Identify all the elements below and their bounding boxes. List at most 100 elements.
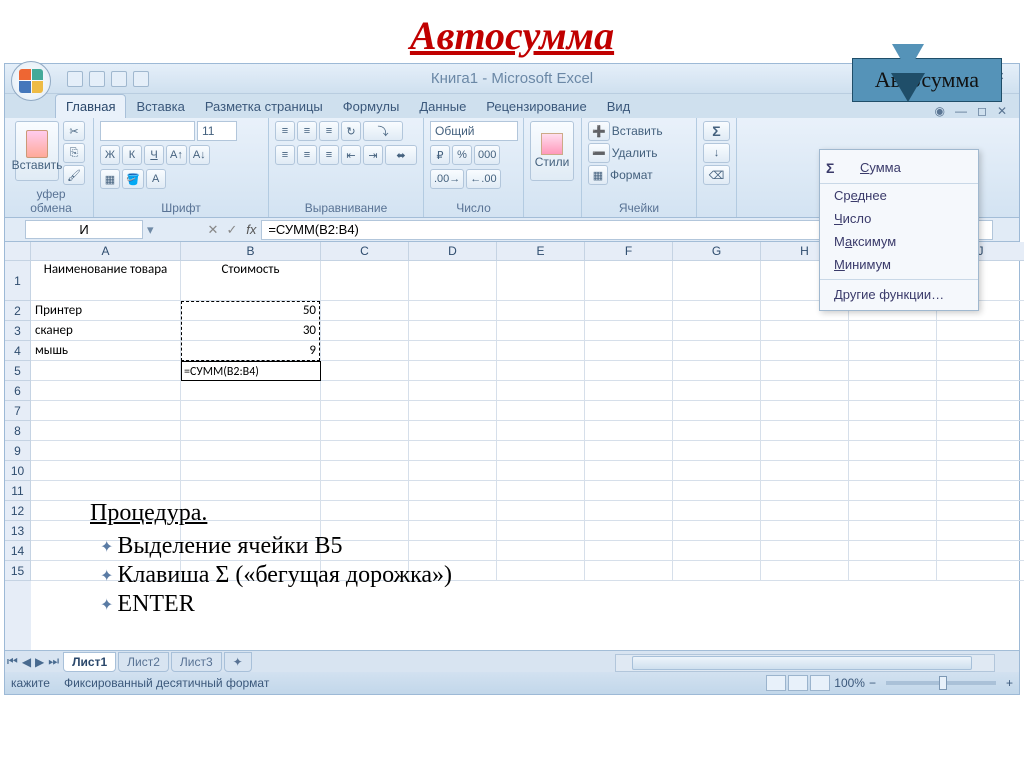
- cell[interactable]: [673, 261, 761, 301]
- cell-insert-icon[interactable]: ➕: [588, 121, 610, 141]
- row-header[interactable]: 1: [5, 261, 31, 301]
- percent-button[interactable]: %: [452, 145, 472, 165]
- doc-minimize-button[interactable]: —: [955, 104, 967, 118]
- tab-formulas[interactable]: Формулы: [333, 95, 410, 118]
- menu-max[interactable]: Максимум: [820, 230, 978, 253]
- increase-decimal-button[interactable]: .00→: [430, 169, 464, 189]
- zoom-slider[interactable]: [886, 681, 996, 685]
- qat-more-icon[interactable]: [133, 71, 149, 87]
- row-header[interactable]: 12: [5, 501, 31, 521]
- office-button[interactable]: [11, 61, 51, 101]
- tab-view[interactable]: Вид: [597, 95, 641, 118]
- align-bottom-button[interactable]: ≡: [319, 121, 339, 141]
- tab-insert[interactable]: Вставка: [126, 95, 194, 118]
- zoom-level[interactable]: 100%: [834, 676, 865, 690]
- row-header[interactable]: 9: [5, 441, 31, 461]
- cell[interactable]: [321, 261, 409, 301]
- cell[interactable]: сканер: [31, 321, 181, 341]
- tab-review[interactable]: Рецензирование: [476, 95, 596, 118]
- row-header[interactable]: 8: [5, 421, 31, 441]
- cell[interactable]: 30: [181, 321, 321, 341]
- underline-button[interactable]: Ч: [144, 145, 164, 165]
- tab-nav-last[interactable]: ⏭: [46, 654, 61, 669]
- delete-cells-button[interactable]: Удалить: [612, 146, 658, 160]
- doc-close-button[interactable]: ✕: [997, 104, 1007, 118]
- col-header[interactable]: E: [497, 242, 585, 261]
- help-icon[interactable]: ◉: [934, 104, 944, 118]
- row-header[interactable]: 3: [5, 321, 31, 341]
- select-all-corner[interactable]: [5, 242, 31, 261]
- row-header[interactable]: 5: [5, 361, 31, 381]
- row-header[interactable]: 2: [5, 301, 31, 321]
- col-header[interactable]: C: [321, 242, 409, 261]
- cell[interactable]: [409, 261, 497, 301]
- row-header[interactable]: 7: [5, 401, 31, 421]
- cell[interactable]: Стоимость: [181, 261, 321, 301]
- col-header[interactable]: A: [31, 242, 181, 261]
- fx-button[interactable]: fx: [241, 222, 261, 237]
- tab-page-layout[interactable]: Разметка страницы: [195, 95, 333, 118]
- row-header[interactable]: 4: [5, 341, 31, 361]
- wrap-text-button[interactable]: ⤵: [363, 121, 403, 141]
- styles-button[interactable]: Стили: [530, 121, 574, 181]
- align-right-button[interactable]: ≡: [319, 145, 339, 165]
- cell[interactable]: 9: [181, 341, 321, 361]
- align-center-button[interactable]: ≡: [297, 145, 317, 165]
- cut-button[interactable]: ✂: [63, 121, 85, 141]
- fill-button[interactable]: ↓: [703, 143, 730, 163]
- tab-data[interactable]: Данные: [409, 95, 476, 118]
- name-box-dropdown-icon[interactable]: ▾: [147, 222, 154, 238]
- font-increase-button[interactable]: A↑: [166, 145, 187, 165]
- insert-cells-button[interactable]: Вставить: [612, 124, 663, 138]
- zoom-in-button[interactable]: +: [1006, 676, 1013, 690]
- row-header[interactable]: 6: [5, 381, 31, 401]
- new-sheet-tab[interactable]: ✦: [224, 652, 252, 672]
- font-name-combo[interactable]: [100, 121, 195, 141]
- align-left-button[interactable]: ≡: [275, 145, 295, 165]
- indent-increase-button[interactable]: ⇥: [363, 145, 383, 165]
- row-header[interactable]: 14: [5, 541, 31, 561]
- cell-delete-icon[interactable]: ➖: [588, 143, 610, 163]
- name-box[interactable]: И: [25, 220, 143, 239]
- merge-button[interactable]: ⬌: [385, 145, 417, 165]
- cancel-formula-icon[interactable]: ✕: [204, 222, 223, 238]
- clear-button[interactable]: ⌫: [703, 165, 730, 185]
- comma-button[interactable]: 000: [474, 145, 500, 165]
- orientation-button[interactable]: ↻: [341, 121, 361, 141]
- sheet-tab[interactable]: Лист2: [118, 652, 169, 672]
- col-header[interactable]: F: [585, 242, 673, 261]
- tab-nav-first[interactable]: ⏮: [5, 654, 20, 669]
- enter-formula-icon[interactable]: ✓: [222, 222, 241, 238]
- horizontal-scrollbar[interactable]: [615, 654, 995, 672]
- italic-button[interactable]: К: [122, 145, 142, 165]
- sheet-tab[interactable]: Лист3: [171, 652, 222, 672]
- autosum-button[interactable]: Σ: [703, 121, 730, 141]
- copy-button[interactable]: ⎘: [63, 143, 85, 163]
- qat-redo-icon[interactable]: [111, 71, 127, 87]
- bold-button[interactable]: Ж: [100, 145, 120, 165]
- align-middle-button[interactable]: ≡: [297, 121, 317, 141]
- tab-nav-prev[interactable]: ◀: [20, 655, 33, 669]
- number-format-combo[interactable]: Общий: [430, 121, 518, 141]
- col-header[interactable]: B: [181, 242, 321, 261]
- format-painter-button[interactable]: 🖌: [63, 165, 85, 185]
- tab-home[interactable]: Главная: [55, 94, 126, 118]
- cell[interactable]: мышь: [31, 341, 181, 361]
- menu-count[interactable]: Число: [820, 207, 978, 230]
- format-cells-button[interactable]: Формат: [610, 168, 653, 182]
- cell-format-icon[interactable]: ▦: [588, 165, 608, 185]
- zoom-out-button[interactable]: −: [869, 676, 876, 690]
- font-decrease-button[interactable]: A↓: [189, 145, 210, 165]
- cell[interactable]: Принтер: [31, 301, 181, 321]
- row-header[interactable]: 11: [5, 481, 31, 501]
- cell[interactable]: 50: [181, 301, 321, 321]
- menu-average[interactable]: Среднее: [820, 184, 978, 207]
- col-header[interactable]: G: [673, 242, 761, 261]
- cell[interactable]: [321, 301, 409, 321]
- decrease-decimal-button[interactable]: ←.00: [466, 169, 500, 189]
- row-header[interactable]: 13: [5, 521, 31, 541]
- view-page-layout-button[interactable]: [788, 675, 808, 691]
- font-color-button[interactable]: A: [146, 169, 166, 189]
- cell[interactable]: Наименование товара: [31, 261, 181, 301]
- menu-min[interactable]: Минимум: [820, 253, 978, 276]
